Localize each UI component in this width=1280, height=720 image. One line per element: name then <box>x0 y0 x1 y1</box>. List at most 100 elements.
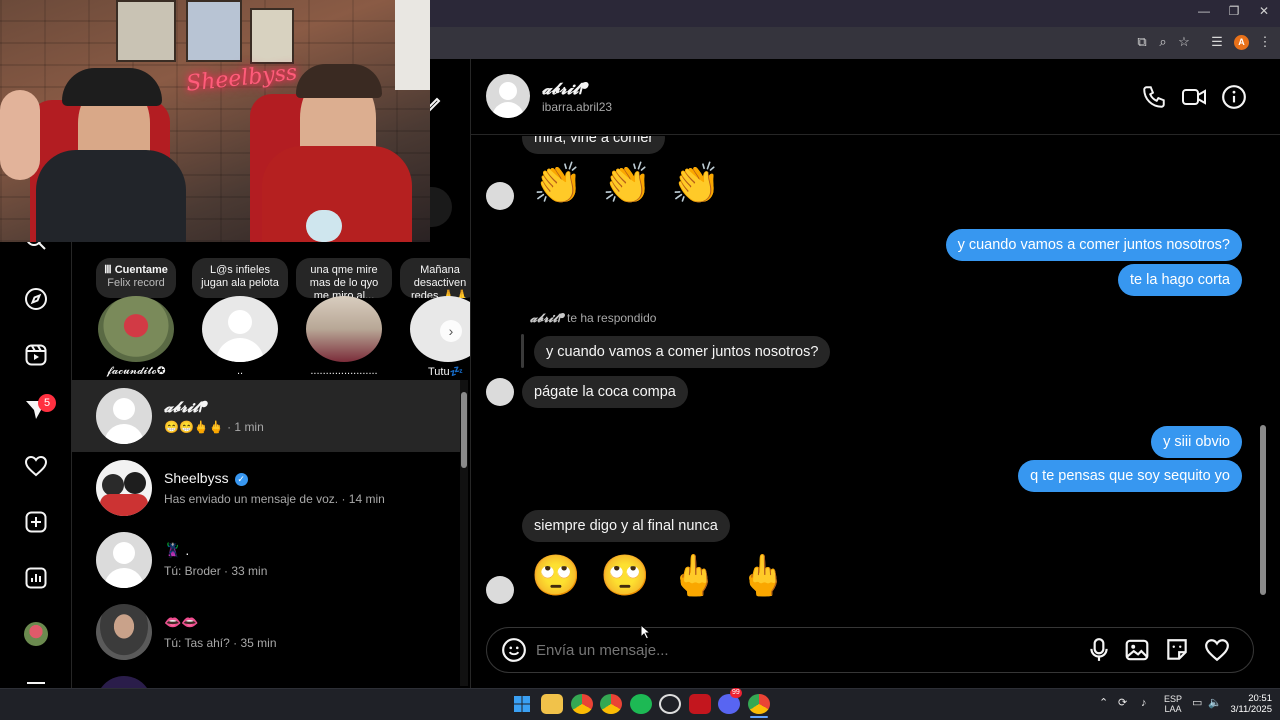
note-music-icon: Ⅲ <box>104 264 112 276</box>
discord-icon[interactable]: 99 <box>718 688 742 714</box>
emoji-picker-icon[interactable] <box>501 637 527 663</box>
conversation-preview: Has enviado un mensaje de voz. · 14 min <box>164 492 385 506</box>
language-indicator[interactable]: ESP LAA <box>1162 694 1184 714</box>
restore-button[interactable]: ❐ <box>1218 4 1250 22</box>
chat-contact-name[interactable]: 𝓪𝓫𝓻𝓲𝓵ᖰ <box>542 79 587 99</box>
cast-icon[interactable]: ⧉ <box>1133 33 1151 51</box>
create-icon[interactable] <box>24 510 48 534</box>
windows-start-icon[interactable] <box>514 696 530 712</box>
chrome-active-icon[interactable] <box>748 694 770 714</box>
verified-badge-icon: ✓ <box>234 473 248 486</box>
note-username: Tutu💤 <box>428 366 464 378</box>
chrome-profile-icon[interactable] <box>600 694 622 714</box>
microphone-tray-icon[interactable]: ♪ <box>1141 698 1147 709</box>
like-heart-icon[interactable] <box>1204 637 1230 663</box>
message-input[interactable] <box>536 638 1056 662</box>
conversation-preview: Tú: Tas ahí? · 35 min <box>164 636 277 650</box>
note-avatar[interactable] <box>306 296 382 362</box>
message-bubble-outgoing[interactable]: y cuando vamos a comer juntos nosotros? <box>945 229 1242 261</box>
message-bubble-outgoing[interactable]: y siii obvio <box>1151 426 1242 458</box>
note-bubble[interactable]: Mañana desactiven redes 🙏🙏 <box>400 258 480 298</box>
conversation-name: 🦹‍♂️ . <box>164 542 190 558</box>
dashboard-icon[interactable] <box>24 566 48 590</box>
conversation-preview: Tú: Broder · 33 min <box>164 564 268 578</box>
game-icon[interactable] <box>689 694 711 714</box>
chat-contact-avatar[interactable] <box>486 74 530 118</box>
profile-avatar[interactable] <box>24 622 48 646</box>
bookmark-star-icon[interactable]: ☆ <box>1175 33 1193 51</box>
discord-badge: 99 <box>730 688 742 698</box>
chrome-icon[interactable] <box>571 694 593 714</box>
conversation-item[interactable]: 𝓪𝓫𝓻𝓲𝓵ᖰ 😁😁🖕🖕 · 1 min <box>72 380 460 452</box>
media-control-icon[interactable]: ☰ <box>1208 33 1226 51</box>
conversation-item-clipped[interactable] <box>96 676 152 688</box>
clap-emoji[interactable]: 👏 <box>602 160 652 208</box>
sender-avatar <box>486 576 514 604</box>
volume-icon[interactable]: 🔈 <box>1208 698 1222 709</box>
close-window-button[interactable]: ✕ <box>1248 4 1280 22</box>
file-explorer-icon[interactable] <box>541 694 563 714</box>
image-upload-icon[interactable] <box>1124 637 1150 663</box>
middle-finger-emoji[interactable]: 🖕 <box>669 552 719 600</box>
note-avatar[interactable] <box>202 296 278 362</box>
spotify-icon[interactable] <box>630 694 652 714</box>
heart-icon[interactable] <box>24 454 48 478</box>
inbox-scrollbar-thumb[interactable] <box>461 392 467 468</box>
active-app-indicator <box>750 716 768 718</box>
clap-emoji[interactable]: 👏 <box>671 160 721 208</box>
microphone-icon[interactable] <box>1086 637 1112 663</box>
message-bubble-outgoing[interactable]: q te pensas que soy sequito yo <box>1018 460 1242 492</box>
note-username: 𝓯𝓪𝓬𝓾𝓷𝓭𝓲𝓽𝓸✪ <box>106 365 166 377</box>
messages-count-badge: 5 <box>38 394 56 412</box>
avatar <box>96 388 152 444</box>
zoom-icon[interactable]: ⌕ <box>1154 33 1172 51</box>
webcam-overlay: Sheelbyss <box>0 0 430 242</box>
avatar <box>96 532 152 588</box>
app-icon[interactable] <box>659 694 681 714</box>
note-bubble[interactable]: una qme mire mas de lo qyo me miro al... <box>296 258 392 298</box>
note-bubble[interactable]: L@s infieles jugan ala pelota <box>192 258 288 298</box>
quoted-message[interactable]: y cuando vamos a comer juntos nosotros? <box>534 336 831 368</box>
clap-emoji[interactable]: 👏 <box>533 160 583 208</box>
video-call-icon[interactable] <box>1181 84 1207 110</box>
tray-chevron-icon[interactable]: ⌃ <box>1099 698 1108 709</box>
conversation-name: 👄👄 <box>164 614 199 630</box>
sticker-icon[interactable] <box>1164 637 1190 663</box>
avatar <box>96 604 152 660</box>
middle-finger-emoji[interactable]: 🖕 <box>738 552 788 600</box>
phone-call-icon[interactable] <box>1141 84 1167 110</box>
sender-avatar <box>486 378 514 406</box>
mouse-cursor-icon <box>640 624 652 640</box>
clock[interactable]: 20:51 3/11/2025 <box>1228 693 1272 715</box>
reply-quote-bar <box>521 334 524 368</box>
note-bubble[interactable]: Ⅲ Cuentame Felix record <box>96 258 176 298</box>
display-icon[interactable]: ▭ <box>1192 698 1202 709</box>
reply-label: 𝓪𝓫𝓻𝓲𝓵ᖰ te ha respondido <box>530 311 657 325</box>
conversation-name: Sheelbyss ✓ <box>164 470 248 486</box>
browser-menu-icon[interactable]: ⋮ <box>1256 33 1274 51</box>
message-bubble-outgoing[interactable]: te la hago corta <box>1118 264 1242 296</box>
message-bubble-incoming[interactable]: mirá, vine a comer <box>522 136 666 154</box>
browser-profile-avatar[interactable]: A <box>1234 35 1249 50</box>
note-subtitle: Felix record <box>107 277 165 289</box>
message-bubble-incoming[interactable]: siempre digo y al final nunca <box>522 510 730 542</box>
conversation-item[interactable]: 🦹‍♂️ . Tú: Broder · 33 min <box>72 524 460 596</box>
note-avatar[interactable] <box>98 296 174 362</box>
conversation-item[interactable]: 👄👄 Tú: Tas ahí? · 35 min <box>72 596 460 668</box>
reels-icon[interactable] <box>24 343 48 367</box>
message-bubble-incoming[interactable]: págate la coca compa <box>522 376 688 408</box>
note-username: .. <box>236 365 244 377</box>
avatar <box>96 460 152 516</box>
explore-icon[interactable] <box>24 287 48 311</box>
sender-avatar <box>486 182 514 210</box>
sync-icon[interactable]: ⟳ <box>1118 698 1127 709</box>
chat-scrollbar-thumb[interactable] <box>1260 425 1266 595</box>
note-username: ...................... <box>310 365 378 377</box>
conversation-name: 𝓪𝓫𝓻𝓲𝓵ᖰ <box>164 398 207 416</box>
eye-roll-emoji[interactable]: 🙄 <box>600 552 650 600</box>
chevron-right-icon[interactable]: › <box>440 320 462 342</box>
conversation-item[interactable]: Sheelbyss ✓ Has enviado un mensaje de voz… <box>72 452 460 524</box>
minimize-button[interactable]: — <box>1188 4 1220 22</box>
info-icon[interactable] <box>1221 84 1247 110</box>
eye-roll-emoji[interactable]: 🙄 <box>531 552 581 600</box>
